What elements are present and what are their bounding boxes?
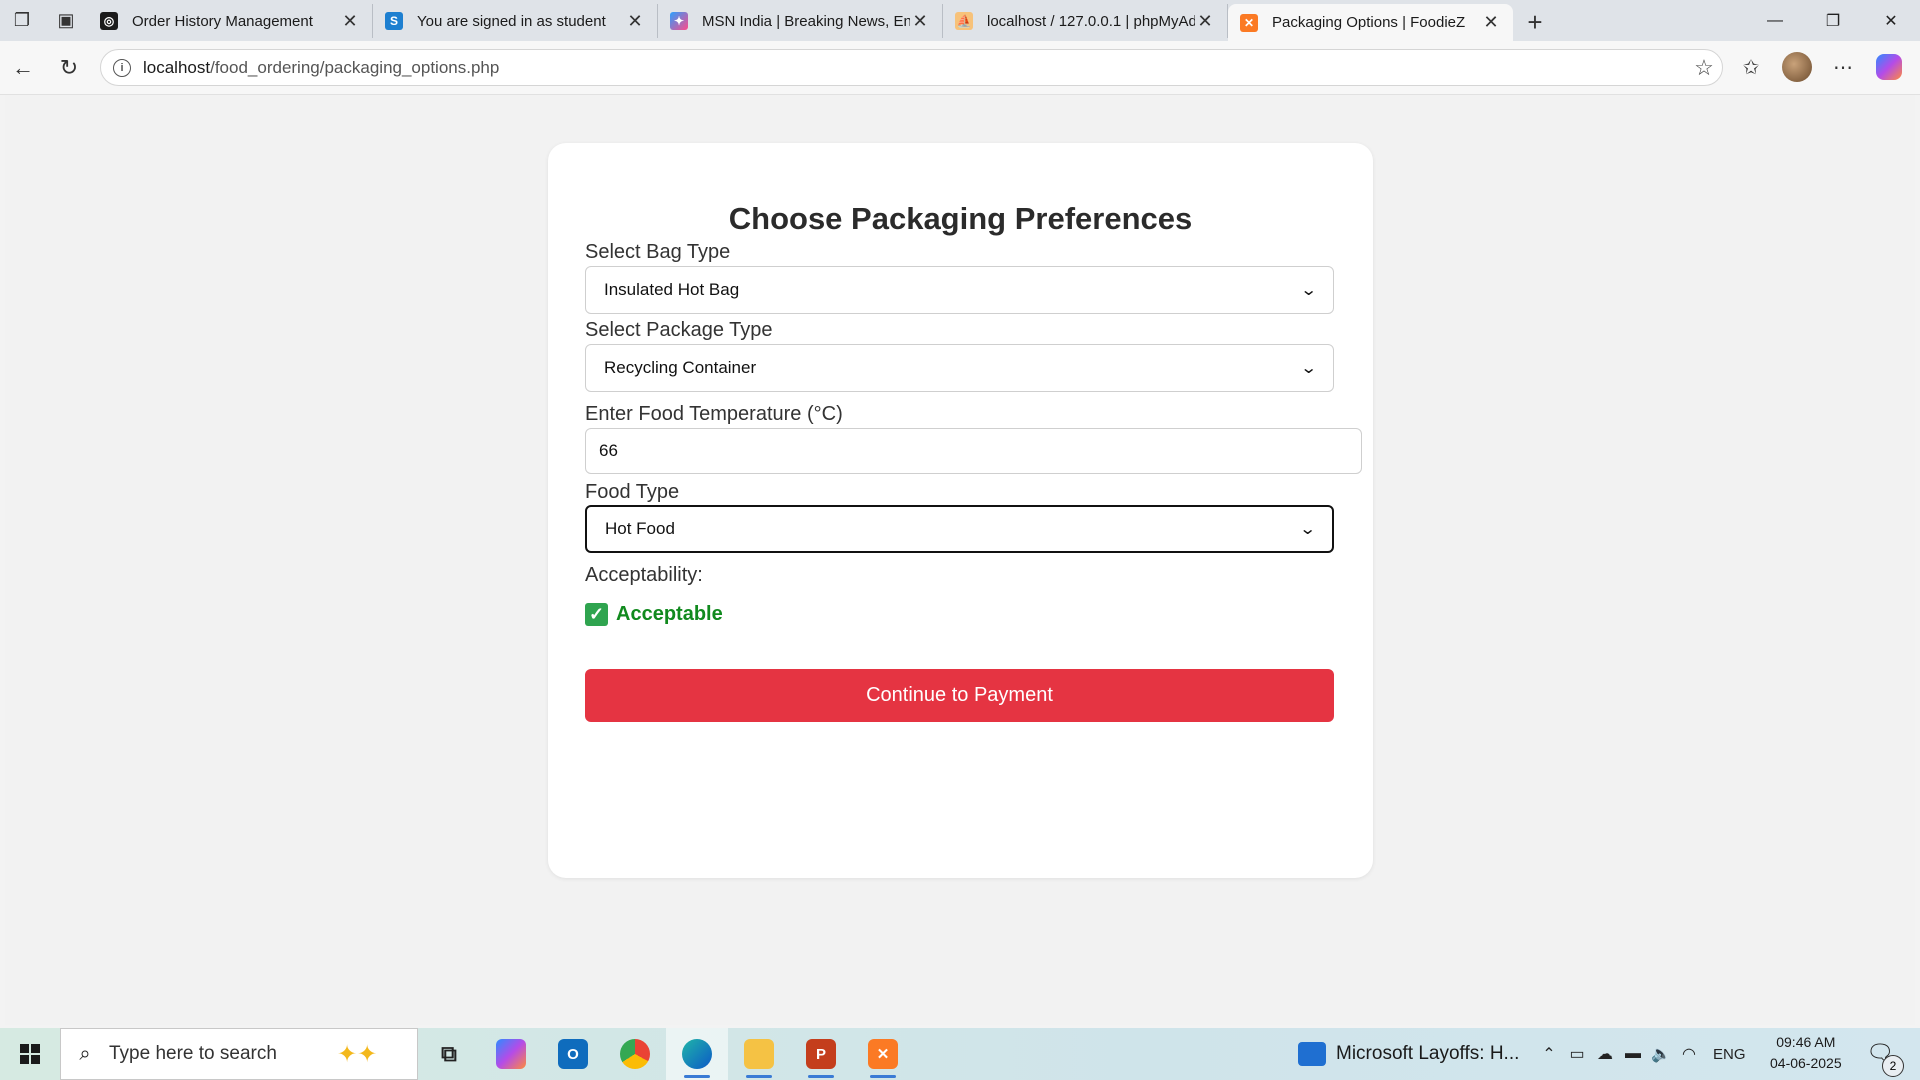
tab-phpmyadmin[interactable]: ⛵ localhost / 127.0.0.1 | phpMyAdm ✕ bbox=[943, 4, 1228, 38]
tab-title: localhost / 127.0.0.1 | phpMyAdm bbox=[987, 12, 1195, 30]
edge-icon[interactable] bbox=[666, 1028, 728, 1080]
minimize-icon[interactable]: — bbox=[1746, 0, 1804, 41]
close-icon[interactable]: ✕ bbox=[1195, 11, 1215, 32]
temperature-input[interactable]: 66 bbox=[585, 428, 1362, 474]
xampp-icon: ✕ bbox=[1240, 13, 1258, 32]
profile-button[interactable] bbox=[1774, 47, 1820, 87]
site-info-icon[interactable]: i bbox=[113, 58, 131, 77]
taskbar-search[interactable]: ⌕ Type here to search ✦✦ bbox=[60, 1028, 418, 1080]
notification-badge: 2 bbox=[1882, 1055, 1904, 1077]
news-text: Microsoft Layoffs: H... bbox=[1336, 1043, 1520, 1064]
package-type-select[interactable]: Recycling Container ⌄ bbox=[585, 344, 1334, 392]
acceptability-status: ✓ Acceptable bbox=[585, 603, 723, 626]
acceptability-text: Acceptable bbox=[616, 603, 723, 625]
package-type-label: Select Package Type bbox=[585, 319, 773, 341]
temperature-label: Enter Food Temperature (°C) bbox=[585, 403, 843, 425]
food-type-select[interactable]: Hot Food ⌄ bbox=[585, 505, 1334, 553]
url-text[interactable]: localhost/food_ordering/packaging_option… bbox=[143, 58, 1686, 78]
url-path: /food_ordering/packaging_options.php bbox=[210, 57, 500, 77]
temperature-value: 66 bbox=[599, 441, 618, 460]
chevron-down-icon: ⌄ bbox=[1299, 360, 1318, 377]
msn-butterfly-icon: ✦ bbox=[670, 12, 688, 30]
continue-to-payment-button[interactable]: Continue to Payment bbox=[585, 669, 1334, 722]
windows-taskbar: ⌕ Type here to search ✦✦ ⧉ O P ✕ Microso… bbox=[0, 1028, 1920, 1080]
powerpoint-icon[interactable]: P bbox=[790, 1028, 852, 1080]
copilot-app-icon[interactable] bbox=[480, 1028, 542, 1080]
globe-icon: ◎ bbox=[100, 12, 118, 30]
new-tab-button[interactable]: + bbox=[1513, 4, 1557, 41]
chrome-icon[interactable] bbox=[604, 1028, 666, 1080]
tab-title: You are signed in as student bbox=[417, 12, 606, 30]
clock-date: 04-06-2025 bbox=[1770, 1055, 1842, 1071]
search-icon: ⌕ bbox=[79, 1042, 91, 1065]
tab-packaging-options[interactable]: ✕ Packaging Options | FoodieZ ✕ bbox=[1228, 4, 1513, 41]
avatar bbox=[1782, 52, 1812, 82]
copilot-logo bbox=[1876, 54, 1902, 80]
favorites-icon[interactable]: ✩ bbox=[1728, 47, 1774, 87]
tab-title: Packaging Options | FoodieZ bbox=[1272, 14, 1466, 31]
close-window-icon[interactable]: ✕ bbox=[1862, 0, 1920, 41]
clock-time: 09:46 AM bbox=[1776, 1034, 1836, 1050]
tab-msn[interactable]: ✦ MSN India | Breaking News, Enter ✕ bbox=[658, 4, 943, 38]
news-icon bbox=[1298, 1042, 1326, 1066]
more-options-icon[interactable]: ⋯ bbox=[1820, 47, 1866, 87]
package-type-value: Recycling Container bbox=[604, 358, 757, 377]
tab-title: Order History Management bbox=[132, 12, 313, 30]
window-controls: — ❐ ✕ bbox=[1746, 0, 1920, 41]
bag-type-select[interactable]: Insulated Hot Bag ⌄ bbox=[585, 266, 1334, 314]
phpmyadmin-icon: ⛵ bbox=[955, 12, 973, 30]
s-icon: S bbox=[385, 12, 403, 30]
chevron-down-icon: ⌄ bbox=[1298, 521, 1317, 538]
file-explorer-icon[interactable] bbox=[728, 1028, 790, 1080]
search-placeholder: Type here to search bbox=[109, 1043, 277, 1064]
vertical-tabs-icon[interactable]: ▣ bbox=[44, 0, 88, 41]
sparkle-icon: ✦✦ bbox=[337, 1040, 378, 1068]
food-type-label: Food Type bbox=[585, 481, 680, 503]
browser-toolbar: ← ↻ i localhost/food_ordering/packaging_… bbox=[0, 41, 1920, 95]
language-indicator[interactable]: ENG bbox=[1713, 1046, 1746, 1063]
outlook-icon[interactable]: O bbox=[542, 1028, 604, 1080]
toolbar-right: ✩ ⋯ bbox=[1728, 47, 1912, 87]
check-mark-icon: ✓ bbox=[585, 603, 608, 626]
start-button[interactable] bbox=[0, 1028, 60, 1080]
xampp-app-icon[interactable]: ✕ bbox=[852, 1028, 914, 1080]
bag-type-value: Insulated Hot Bag bbox=[604, 280, 740, 299]
bag-type-label: Select Bag Type bbox=[585, 241, 731, 263]
url-host: localhost bbox=[143, 57, 211, 77]
back-arrow-icon[interactable]: ← bbox=[0, 48, 46, 88]
close-icon[interactable]: ✕ bbox=[910, 11, 930, 32]
tab-strip: ❐ ▣ ◎ Order History Management ✕ S You a… bbox=[0, 0, 1920, 41]
meet-icon[interactable]: ▭ bbox=[1563, 1044, 1591, 1064]
onedrive-icon[interactable]: ☁ bbox=[1591, 1044, 1619, 1064]
volume-icon[interactable]: 🔈 bbox=[1647, 1044, 1675, 1064]
page-title: Choose Packaging Preferences bbox=[728, 201, 1193, 236]
food-type-value: Hot Food bbox=[605, 519, 675, 538]
page-viewport: Choose Packaging Preferences Select Bag … bbox=[5, 95, 1915, 1025]
close-icon[interactable]: ✕ bbox=[625, 11, 645, 32]
tab-order-history[interactable]: ◎ Order History Management ✕ bbox=[88, 4, 373, 38]
tab-title: MSN India | Breaking News, Enter bbox=[702, 12, 910, 30]
copilot-icon[interactable] bbox=[1866, 47, 1912, 87]
refresh-icon[interactable]: ↻ bbox=[46, 48, 92, 88]
close-icon[interactable]: ✕ bbox=[340, 11, 360, 32]
close-icon[interactable]: ✕ bbox=[1481, 12, 1501, 33]
news-widget[interactable]: Microsoft Layoffs: H... bbox=[1298, 1028, 1519, 1080]
clock[interactable]: 09:46 AM 04-06-2025 bbox=[1770, 1032, 1842, 1074]
windows-logo-icon bbox=[20, 1044, 40, 1064]
acceptability-label: Acceptability: bbox=[585, 564, 703, 586]
restore-icon[interactable]: ❐ bbox=[1804, 0, 1862, 41]
chevron-down-icon: ⌄ bbox=[1299, 282, 1318, 299]
workspaces-icon[interactable]: ❐ bbox=[0, 0, 44, 41]
task-view-icon[interactable]: ⧉ bbox=[418, 1028, 480, 1080]
address-bar[interactable]: i localhost/food_ordering/packaging_opti… bbox=[100, 49, 1723, 86]
system-tray: ⌃ ▭ ☁ ▬ 🔈 ◠ ENG bbox=[1535, 1028, 1756, 1080]
favorite-star-icon[interactable]: ☆ bbox=[1686, 55, 1722, 81]
tab-signed-in[interactable]: S You are signed in as student ✕ bbox=[373, 4, 658, 38]
battery-icon[interactable]: ▬ bbox=[1619, 1045, 1647, 1063]
wifi-icon[interactable]: ◠ bbox=[1675, 1044, 1703, 1064]
chevron-up-icon[interactable]: ⌃ bbox=[1535, 1044, 1563, 1064]
packaging-form-card: Choose Packaging Preferences Select Bag … bbox=[548, 143, 1373, 878]
